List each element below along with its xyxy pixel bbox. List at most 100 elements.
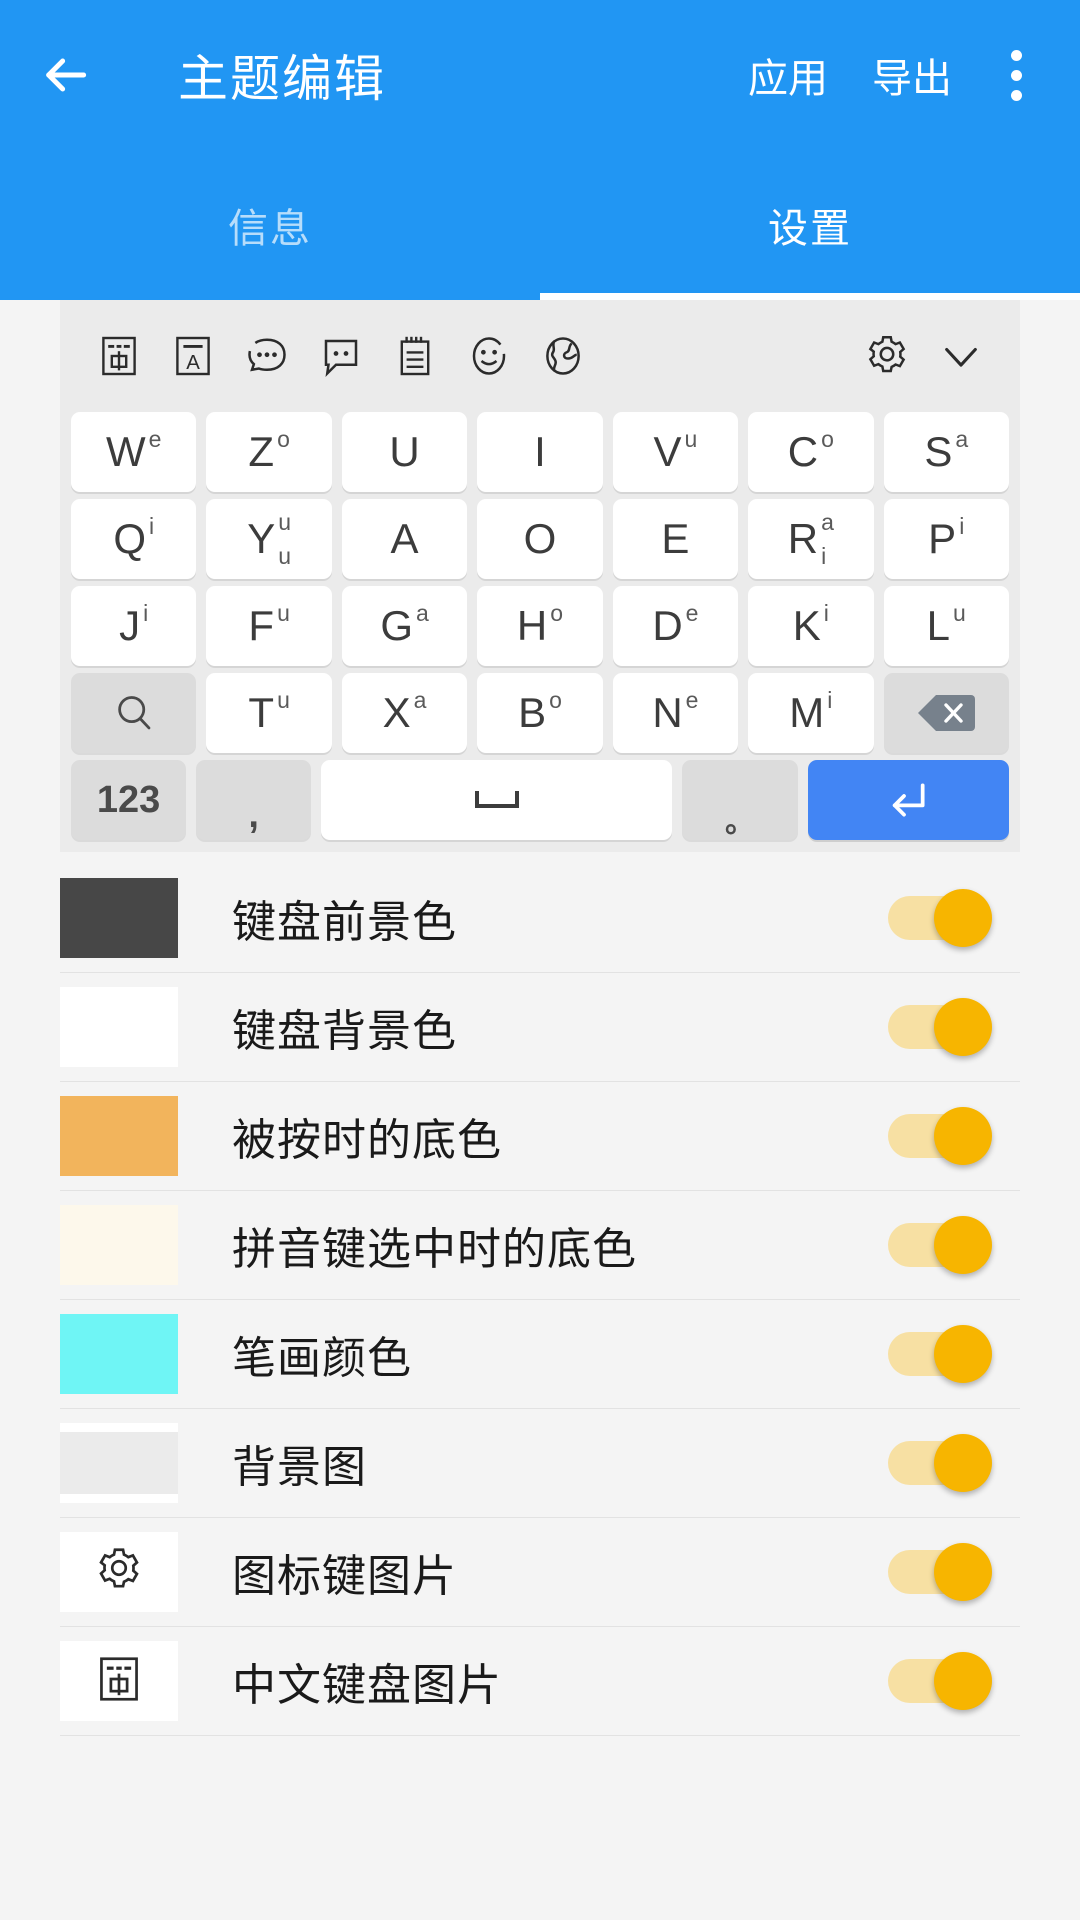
key-space[interactable] — [321, 760, 673, 840]
key-w[interactable]: We — [71, 412, 197, 492]
key-e[interactable]: E — [612, 499, 739, 579]
key-superscript: o — [277, 426, 290, 452]
key-r[interactable]: Rai — [748, 499, 874, 579]
setting-row-icon-key-image[interactable]: 图标键图片 — [60, 1518, 1020, 1627]
space-icon — [472, 787, 522, 813]
key-v[interactable]: Vu — [612, 412, 739, 492]
overflow-menu-button[interactable] — [974, 0, 1058, 150]
gear-icon[interactable] — [850, 319, 924, 393]
key-m[interactable]: Mi — [748, 673, 874, 753]
key-j[interactable]: Ji — [71, 586, 197, 666]
key-period[interactable]: 。 — [682, 760, 798, 840]
setting-row-background-image[interactable]: 背景图 — [60, 1409, 1020, 1518]
keyboard-toolbar: A — [60, 300, 1020, 412]
back-button[interactable] — [0, 0, 130, 150]
icon-swatch[interactable] — [60, 1641, 178, 1721]
key-f[interactable]: Fu — [206, 586, 332, 666]
setting-row-stroke-color[interactable]: 笔画颜色 — [60, 1300, 1020, 1409]
export-button[interactable]: 导出 — [850, 46, 974, 104]
clipboard-icon[interactable] — [378, 319, 452, 393]
key-d[interactable]: De — [612, 586, 739, 666]
chinese-input-icon[interactable] — [82, 319, 156, 393]
key-b[interactable]: Bo — [477, 673, 603, 753]
smiley-icon[interactable] — [452, 319, 526, 393]
key-superscript: u — [684, 426, 698, 452]
key-a[interactable]: A — [341, 499, 468, 579]
tab-settings[interactable]: 设置 — [540, 150, 1080, 300]
key-backspace[interactable] — [883, 673, 1009, 753]
english-input-icon[interactable]: A — [156, 319, 230, 393]
setting-row-keyboard-background[interactable]: 键盘背景色 — [60, 973, 1020, 1082]
color-swatch[interactable] — [60, 878, 178, 958]
key-superscript: e — [148, 426, 162, 452]
key-q[interactable]: Qi — [71, 499, 197, 579]
ellipsis-bubble-icon[interactable] — [230, 319, 304, 393]
key-h[interactable]: Ho — [477, 586, 603, 666]
setting-toggle[interactable] — [888, 1107, 992, 1165]
setting-toggle[interactable] — [888, 1434, 992, 1492]
tab-info-label: 信息 — [228, 207, 312, 251]
setting-toggle[interactable] — [888, 1543, 992, 1601]
key-t[interactable]: Tu — [206, 673, 332, 753]
key-o[interactable]: O — [477, 499, 603, 579]
settings-list: 键盘前景色 键盘背景色 被按时的底色 拼音键选中时的底色 笔画颜色 背景图 图标… — [60, 852, 1020, 1736]
icon-swatch[interactable] — [60, 1532, 178, 1612]
key-superscript: i — [143, 600, 149, 626]
tab-info[interactable]: 信息 — [0, 150, 540, 300]
setting-toggle[interactable] — [888, 998, 992, 1056]
key-superscript: e — [685, 687, 699, 713]
setting-label: 笔画颜色 — [232, 1334, 412, 1383]
key-l[interactable]: Lu — [883, 586, 1009, 666]
toggle-thumb — [934, 1216, 992, 1274]
setting-row-keyboard-foreground[interactable]: 键盘前景色 — [60, 864, 1020, 973]
key-superscript: i — [827, 687, 833, 713]
key-superscript: i — [148, 513, 155, 539]
key-x[interactable]: Xa — [341, 673, 468, 753]
key-u[interactable]: U — [341, 412, 468, 492]
key-k[interactable]: Ki — [748, 586, 874, 666]
setting-toggle[interactable] — [888, 1652, 992, 1710]
key-label: , — [248, 794, 259, 836]
color-swatch[interactable] — [60, 1096, 178, 1176]
setting-row-pinyin-selected-background[interactable]: 拼音键选中时的底色 — [60, 1191, 1020, 1300]
chevron-down-icon[interactable] — [924, 319, 998, 393]
setting-toggle[interactable] — [888, 1216, 992, 1274]
content-scroll-area[interactable]: A W e Z o U I V u C o S a Q i Y u u A O … — [0, 300, 1080, 1920]
key-p[interactable]: Pi — [883, 499, 1009, 579]
key-label: Q — [113, 515, 146, 562]
key-y[interactable]: Yuu — [206, 499, 332, 579]
setting-row-pressed-background[interactable]: 被按时的底色 — [60, 1082, 1020, 1191]
speech-bubble-icon[interactable] — [304, 319, 378, 393]
key-label: T — [248, 689, 275, 736]
key-label: A — [390, 515, 419, 562]
setting-toggle[interactable] — [888, 1325, 992, 1383]
key-enter[interactable] — [807, 760, 1009, 840]
key-i[interactable]: I — [477, 412, 603, 492]
key-label: H — [516, 602, 548, 649]
apply-button[interactable]: 应用 — [726, 46, 850, 104]
keyboard-row-4: Tu Xa Bo Ne Mi — [60, 673, 1020, 753]
key-z[interactable]: Zo — [206, 412, 332, 492]
key-label: L — [926, 602, 951, 649]
key-search[interactable] — [71, 673, 197, 753]
globe-icon[interactable] — [526, 319, 600, 393]
color-swatch[interactable] — [60, 1314, 178, 1394]
color-swatch[interactable] — [60, 987, 178, 1067]
keyboard-preview: A W e Z o U I V u C o S a Q i Y u u A O … — [60, 300, 1020, 852]
key-superscript: i — [823, 600, 829, 626]
svg-text:A: A — [186, 352, 200, 374]
setting-row-chinese-keyboard-image[interactable]: 中文键盘图片 — [60, 1627, 1020, 1736]
key-label: C — [787, 428, 819, 475]
gear-icon — [92, 1543, 146, 1602]
search-icon — [111, 690, 157, 736]
key-c[interactable]: Co — [748, 412, 874, 492]
key-label: I — [534, 428, 546, 475]
color-swatch[interactable] — [60, 1205, 178, 1285]
key-numeric[interactable]: 123 — [71, 760, 187, 840]
key-g[interactable]: Ga — [341, 586, 468, 666]
key-comma[interactable]: , — [196, 760, 312, 840]
key-s[interactable]: Sa — [883, 412, 1009, 492]
key-n[interactable]: Ne — [612, 673, 739, 753]
image-swatch[interactable] — [60, 1423, 178, 1503]
setting-toggle[interactable] — [888, 889, 992, 947]
